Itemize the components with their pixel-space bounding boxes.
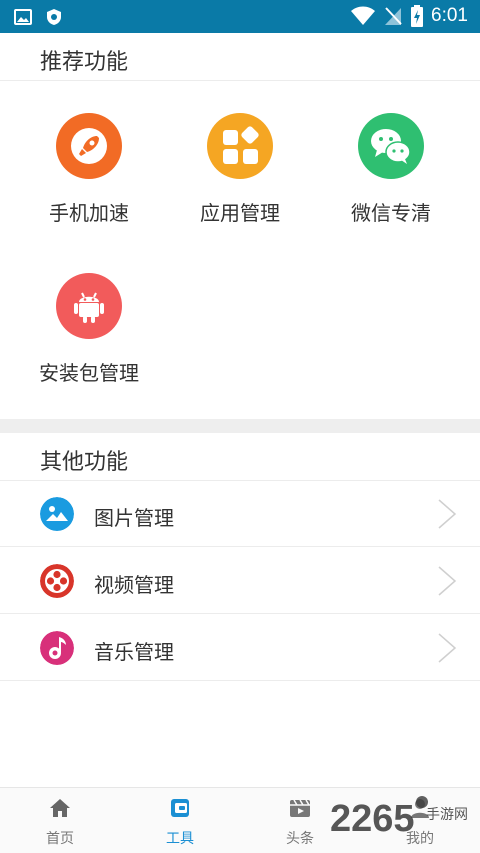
feature-label: 安装包管理 [39, 361, 139, 385]
status-bar: 6:01 [0, 0, 480, 33]
android-icon [56, 273, 122, 339]
headline-icon [290, 799, 310, 817]
watermark-text: 手游网 [426, 807, 468, 823]
feature-label: 手机加速 [49, 201, 129, 225]
status-time: 6:01 [431, 5, 468, 26]
list-item-label: 音乐管理 [94, 640, 174, 664]
feature-app-management[interactable]: 应用管理 [165, 113, 315, 226]
battery-charging-icon [411, 5, 424, 27]
rocket-icon [56, 113, 122, 179]
list-item-label: 视频管理 [94, 573, 174, 597]
list-item-picture-management[interactable]: 图片管理 [0, 480, 480, 546]
apps-icon [207, 113, 273, 179]
watermark-number: 2265 [330, 798, 415, 840]
nav-label: 工具 [166, 831, 194, 847]
feature-apk-management[interactable]: 安装包管理 [14, 273, 164, 386]
wifi-icon [351, 6, 376, 25]
music-note-icon [40, 631, 74, 665]
nav-item-home[interactable]: 首页 [0, 788, 120, 853]
feature-wechat-clean[interactable]: 微信专清 [316, 113, 466, 226]
chevron-right-icon [438, 499, 457, 529]
watermark-logo: 2265 手游网 [330, 796, 480, 846]
image-icon [14, 9, 32, 25]
chevron-right-icon [438, 566, 457, 596]
section-separator [0, 419, 480, 433]
feature-label: 微信专清 [351, 201, 431, 225]
no-sim-icon [385, 7, 402, 25]
list-item-video-management[interactable]: 视频管理 [0, 547, 480, 613]
tools-icon [171, 799, 189, 817]
wechat-icon [358, 113, 424, 179]
nav-item-tools[interactable]: 工具 [120, 788, 240, 853]
feature-phone-speedup[interactable]: 手机加速 [14, 113, 164, 226]
video-reel-icon [40, 564, 74, 598]
section-title-other: 其他功能 [40, 450, 129, 475]
section-title-recommended: 推荐功能 [40, 50, 129, 75]
divider [0, 80, 480, 81]
home-icon [50, 799, 70, 817]
chevron-right-icon [438, 633, 457, 663]
nav-label: 首页 [46, 831, 74, 847]
picture-icon [40, 497, 74, 531]
feature-label: 应用管理 [200, 201, 280, 225]
list-item-music-management[interactable]: 音乐管理 [0, 614, 480, 680]
divider [0, 680, 480, 681]
shield-icon [47, 9, 61, 25]
list-item-label: 图片管理 [94, 506, 174, 530]
